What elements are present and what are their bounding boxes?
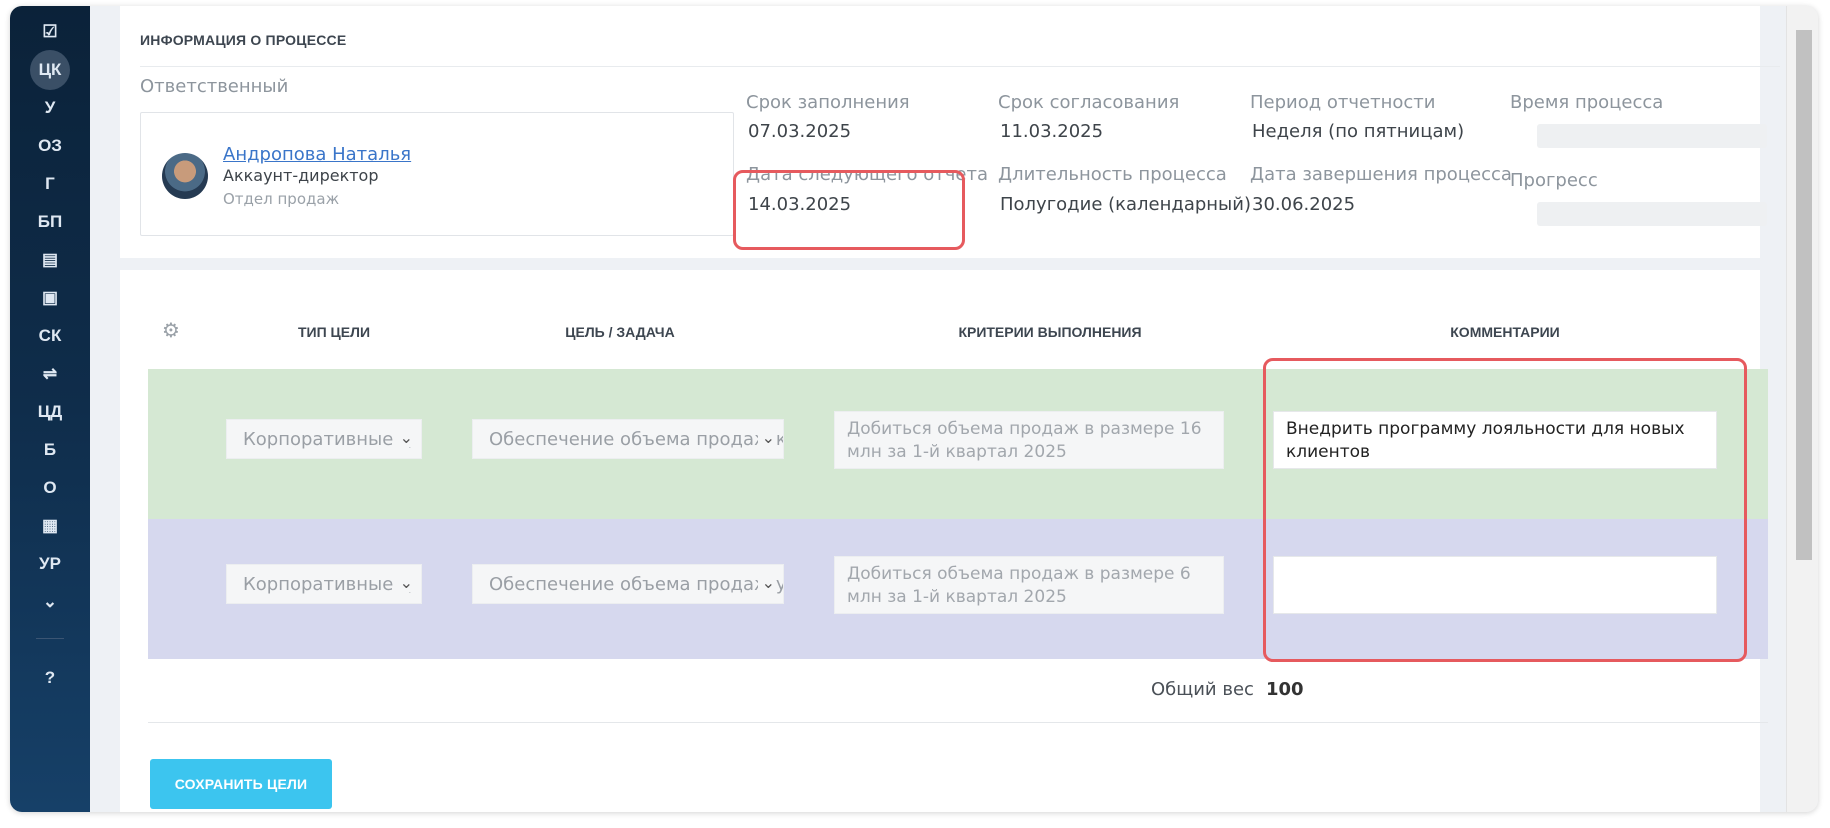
- avatar: [162, 153, 208, 199]
- sidebar-item-b[interactable]: Б: [10, 430, 90, 470]
- chevron-glyph: ⌄: [42, 592, 58, 611]
- sliders-icon[interactable]: ⇌: [10, 354, 90, 394]
- help-icon[interactable]: ?: [10, 658, 90, 698]
- sidebar-item-label: ЦК: [38, 60, 62, 79]
- process-time-bar: [1537, 124, 1767, 148]
- header-criteria: КРИТЕРИИ ВЫПОЛНЕНИЯ: [958, 324, 1142, 340]
- duration-value: Полугодие (календарный): [1000, 194, 1251, 215]
- progress-bar: [1537, 202, 1767, 226]
- app-window: ☑ ЦК У ОЗ Г БП ▤ ▣ СК ⇌ ЦД Б О ▦ УР ⌄ ? …: [10, 6, 1818, 812]
- report-period-label: Период отчетности: [1250, 92, 1436, 113]
- goal-task-value: Обеспечение объема продаж кс: [489, 429, 784, 450]
- sidebar-item-label: Б: [43, 440, 57, 459]
- goal-type-value: Корпоративные ц: [243, 429, 412, 450]
- goal-task-select[interactable]: Обеспечение объема продаж ус ⌄: [472, 564, 784, 604]
- total-weight-label: Общий вес: [1151, 679, 1254, 700]
- progress-label: Прогресс: [1510, 170, 1598, 191]
- help-glyph: ?: [44, 668, 56, 687]
- sidebar-item-cd[interactable]: ЦД: [10, 392, 90, 432]
- sidebar-item-active-circle: ЦК: [30, 50, 70, 90]
- table-divider: [148, 722, 1768, 723]
- criteria-field[interactable]: Добиться объема продаж в размере 16 млн …: [834, 411, 1224, 469]
- section-divider: [140, 66, 1780, 67]
- end-date-value: 30.06.2025: [1252, 194, 1356, 215]
- process-time-label: Время процесса: [1510, 92, 1664, 113]
- scrollbar-thumb[interactable]: [1796, 30, 1812, 560]
- sidebar: ☑ ЦК У ОЗ Г БП ▤ ▣ СК ⇌ ЦД Б О ▦ УР ⌄ ?: [10, 6, 90, 812]
- clipboard-list-icon[interactable]: ▦: [10, 506, 90, 546]
- chevron-down-icon: ⌄: [395, 573, 413, 592]
- fill-deadline-label: Срок заполнения: [746, 92, 910, 113]
- fill-deadline-value: 07.03.2025: [748, 121, 852, 142]
- sidebar-item-label: ЦД: [37, 402, 63, 421]
- sliders-glyph: ⇌: [42, 364, 58, 383]
- header-comments: КОММЕНТАРИИ: [1450, 324, 1560, 340]
- sidebar-item-label: СК: [38, 326, 62, 345]
- save-goals-button[interactable]: СОХРАНИТЬ ЦЕЛИ: [150, 759, 332, 809]
- sidebar-item-label: У: [44, 98, 56, 117]
- chevron-down-icon: ⌄: [757, 573, 775, 592]
- report-period-value: Неделя (по пятницам): [1252, 121, 1465, 142]
- sidebar-item-u[interactable]: У: [10, 88, 90, 128]
- person-department: Отдел продаж: [223, 190, 340, 208]
- sidebar-item-bp[interactable]: БП: [10, 202, 90, 242]
- sidebar-item-label: БП: [37, 212, 63, 231]
- chevron-down-circle-icon[interactable]: ⌄: [10, 582, 90, 622]
- goal-task-value: Обеспечение объема продаж ус: [489, 574, 784, 595]
- criteria-field[interactable]: Добиться объема продаж в размере 6 млн з…: [834, 556, 1224, 614]
- sidebar-divider: [36, 638, 64, 639]
- total-weight-value: 100: [1266, 679, 1304, 700]
- sidebar-item-label: УР: [39, 554, 61, 573]
- responsible-label: Ответственный: [140, 76, 289, 97]
- sidebar-item-g[interactable]: Г: [10, 164, 90, 204]
- sidebar-item-o[interactable]: О: [10, 468, 90, 508]
- person-role: Аккаунт-директор: [223, 166, 379, 185]
- sidebar-item-label: Г: [45, 174, 55, 193]
- id-card-icon[interactable]: ▣: [10, 278, 90, 318]
- goal-task-select[interactable]: Обеспечение объема продаж кс ⌄: [472, 419, 784, 459]
- sidebar-item-ck[interactable]: ЦК: [10, 50, 90, 90]
- end-date-label: Дата завершения процесса: [1250, 164, 1512, 185]
- checkbox-icon[interactable]: ☑: [10, 12, 90, 52]
- sidebar-item-label: О: [43, 478, 57, 497]
- gear-icon[interactable]: ⚙: [162, 321, 182, 341]
- id-card-glyph: ▣: [41, 288, 59, 307]
- approval-deadline-label: Срок согласования: [998, 92, 1180, 113]
- chevron-down-icon: ⌄: [757, 428, 775, 447]
- sidebar-item-sk[interactable]: СК: [10, 316, 90, 356]
- section-title: ИНФОРМАЦИЯ О ПРОЦЕССЕ: [140, 32, 347, 48]
- header-goal-task: ЦЕЛЬ / ЗАДАЧА: [565, 324, 675, 340]
- sidebar-item-oz[interactable]: ОЗ: [10, 126, 90, 166]
- approval-deadline-value: 11.03.2025: [1000, 121, 1104, 142]
- highlight-comments: [1263, 358, 1747, 662]
- sidebar-item-label: ОЗ: [38, 136, 62, 155]
- clipboard-glyph: ▦: [41, 516, 59, 535]
- calendar-icon[interactable]: ▤: [10, 240, 90, 280]
- chevron-down-icon: ⌄: [395, 428, 413, 447]
- goal-type-select[interactable]: Корпоративные ц ⌄: [226, 564, 422, 604]
- sidebar-item-ur[interactable]: УР: [10, 544, 90, 584]
- checkbox-glyph: ☑: [42, 22, 58, 41]
- goal-type-value: Корпоративные ц: [243, 574, 412, 595]
- goal-type-select[interactable]: Корпоративные ц ⌄: [226, 419, 422, 459]
- person-name-link[interactable]: Андропова Наталья: [223, 144, 411, 165]
- duration-label: Длительность процесса: [998, 164, 1227, 185]
- header-goal-type: ТИП ЦЕЛИ: [297, 324, 371, 340]
- calendar-glyph: ▤: [41, 250, 59, 269]
- highlight-next-report: [733, 170, 965, 250]
